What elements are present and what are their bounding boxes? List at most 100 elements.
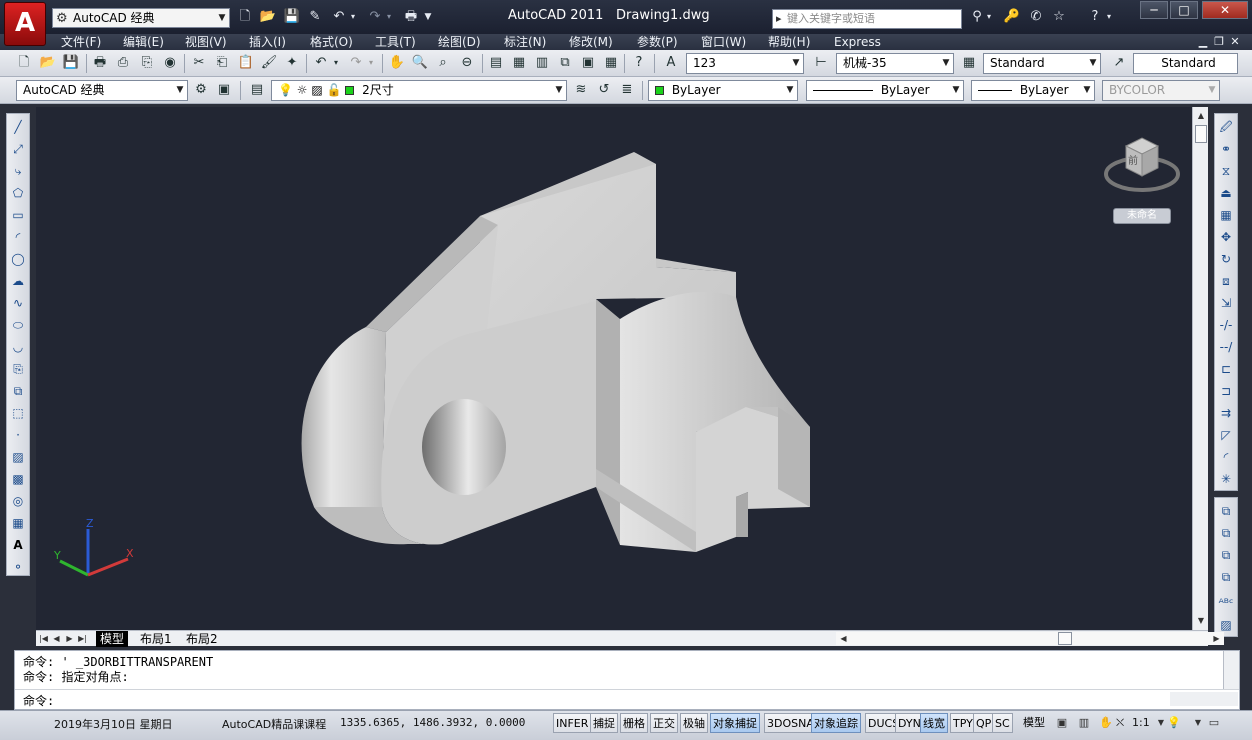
text-to-front-icon[interactable]: ᴬᴮᶜ (1217, 594, 1235, 612)
new-file-icon[interactable]: 🗋 (236, 8, 254, 26)
pan-icon[interactable]: ✋ (1098, 715, 1114, 731)
save-icon[interactable]: 💾 (62, 54, 80, 72)
multileader-style-combo[interactable]: Standard (1133, 53, 1238, 74)
chevron-down-icon[interactable]: ▼ (215, 9, 229, 27)
clean-screen-icon[interactable]: ▭ (1206, 715, 1222, 731)
color-combo[interactable]: ByLayer ▼ (648, 80, 798, 101)
text-style-combo[interactable]: 123 ▼ (686, 53, 804, 74)
calculator-icon[interactable]: ▦ (602, 54, 620, 72)
design-center-icon[interactable]: ▦ (510, 54, 528, 72)
zoom-realtime-icon[interactable]: 🔍 (411, 54, 429, 72)
plot-icon[interactable]: 🖶 (91, 54, 109, 72)
model-space-button[interactable]: 模型 (1021, 713, 1047, 733)
toggle-snap[interactable]: 捕捉 (590, 713, 618, 733)
command-horizontal-scrollbar[interactable] (1170, 692, 1238, 706)
linetype-combo[interactable]: ByLayer ▼ (806, 80, 964, 101)
bring-above-icon[interactable]: ⧉ (1217, 546, 1235, 564)
toggle-infer[interactable]: INFER (553, 713, 592, 733)
hatch-icon[interactable]: ▨ (9, 448, 27, 466)
lineweight-combo[interactable]: ByLayer ▼ (971, 80, 1095, 101)
document-minimize-button[interactable]: ▁ (1196, 35, 1210, 49)
chevron-down-icon[interactable]: ▼ (1080, 81, 1094, 100)
scale-icon[interactable]: ⧈ (1217, 272, 1235, 290)
layer-properties-icon[interactable]: ▤ (248, 81, 266, 99)
help-dropdown-icon[interactable]: ▾ (1104, 8, 1114, 26)
layer-previous-icon[interactable]: ↺ (595, 81, 613, 99)
tool-palettes-icon[interactable]: ▥ (533, 54, 551, 72)
scroll-left-icon[interactable]: ◀ (838, 632, 849, 645)
break-at-point-icon[interactable]: ⊏ (1217, 360, 1235, 378)
sheet-set-icon[interactable]: ⧉ (556, 54, 574, 72)
menu-file[interactable]: 文件(F) (61, 34, 101, 50)
pan-hand-icon[interactable]: ✋ (388, 54, 406, 72)
toggle-ortho[interactable]: 正交 (650, 713, 678, 733)
menu-edit[interactable]: 编辑(E) (123, 34, 164, 50)
block-icon[interactable]: ⬚ (9, 404, 27, 422)
plot-icon[interactable]: 🖶 (402, 8, 420, 26)
save-as-icon[interactable]: ✎ (306, 8, 324, 26)
zoom-window-icon[interactable]: ⌕ (434, 54, 452, 72)
zoom-previous-icon[interactable]: ⊖ (458, 54, 476, 72)
chevron-down-icon[interactable]: ▼ (173, 81, 187, 100)
open-icon[interactable]: 📂 (39, 54, 57, 72)
dim-style-icon[interactable]: ⊢ (812, 54, 830, 72)
layer-state-icon[interactable]: ≣ (618, 81, 636, 99)
3d-dwf-icon[interactable]: ◉ (161, 54, 179, 72)
help-icon[interactable]: ? (1086, 8, 1104, 26)
toggle-osnap[interactable]: 对象捕捉 (710, 713, 760, 733)
layer-combo[interactable]: 💡 ☼ ▨ 🔓 2尺寸 ▼ (271, 80, 567, 101)
redo-icon[interactable]: ↷ (366, 8, 384, 26)
scrollbar-thumb[interactable] (1195, 125, 1207, 143)
menu-format[interactable]: 格式(O) (310, 34, 353, 50)
join-icon[interactable]: ⇉ (1217, 404, 1235, 422)
quick-view-layouts-icon[interactable]: ▣ (1054, 715, 1070, 731)
offset-icon[interactable]: ⏏ (1217, 184, 1235, 202)
menu-express[interactable]: Express (834, 34, 881, 50)
revision-cloud-icon[interactable]: ☁ (9, 272, 27, 290)
workspace-combo[interactable]: AutoCAD 经典 ▼ (16, 80, 188, 101)
trim-icon[interactable]: -/- (1217, 316, 1235, 334)
table-style-combo[interactable]: Standard ▼ (983, 53, 1101, 74)
add-selected-icon[interactable]: ⚬ (9, 558, 27, 576)
ellipse-arc-icon[interactable]: ◡ (9, 338, 27, 356)
minimize-button[interactable]: ─ (1140, 1, 1168, 19)
publish-icon[interactable]: ⎘ (138, 54, 156, 72)
first-tab-icon[interactable]: |◀ (38, 632, 49, 645)
next-tab-icon[interactable]: ▶ (64, 632, 75, 645)
redo-dropdown-icon[interactable]: ▾ (366, 54, 376, 72)
erase-icon[interactable]: 🖉 (1217, 118, 1235, 136)
horizontal-scrollbar[interactable]: ◀ ▶ (836, 632, 1224, 645)
menu-dimension[interactable]: 标注(N) (504, 34, 546, 50)
text-style-icon[interactable]: A (662, 54, 680, 72)
annotation-scale-value[interactable]: 1:1 (1132, 716, 1150, 729)
maximize-button[interactable]: □ (1170, 1, 1198, 19)
toggle-lineweight[interactable]: 线宽 (920, 713, 948, 733)
help-icon[interactable]: ? (630, 54, 648, 72)
gradient-icon[interactable]: ▩ (9, 470, 27, 488)
favorites-star-icon[interactable]: ☆ (1050, 8, 1068, 26)
search-input[interactable]: 键入关键字或短语 (772, 9, 962, 29)
tab-layout2[interactable]: 布局2 (182, 631, 222, 647)
match-properties-icon[interactable]: 🖌 (260, 54, 278, 72)
last-tab-icon[interactable]: ▶| (77, 632, 88, 645)
mirror-icon[interactable]: ⧖ (1217, 162, 1235, 180)
fillet-icon[interactable]: ◜ (1217, 448, 1235, 466)
ellipse-icon[interactable]: ⬭ (9, 316, 27, 334)
redo-icon[interactable]: ↷ (347, 54, 365, 72)
rotate-icon[interactable]: ↻ (1217, 250, 1235, 268)
tab-layout1[interactable]: 布局1 (136, 631, 176, 647)
annotation-visibility-icon[interactable]: 💡 (1166, 715, 1182, 731)
drawing-viewport[interactable]: Z Y X (36, 107, 1192, 630)
vertical-scrollbar[interactable]: ▲ ▼ (1192, 107, 1208, 630)
circle-icon[interactable]: ◯ (9, 250, 27, 268)
document-restore-button[interactable]: ❐ (1212, 35, 1226, 49)
copy-object-icon[interactable]: ⚭ (1217, 140, 1235, 158)
extend-icon[interactable]: --/ (1217, 338, 1235, 356)
workspace-combo[interactable]: ⚙ AutoCAD 经典 ▼ (52, 8, 230, 28)
markup-icon[interactable]: ▣ (579, 54, 597, 72)
workspace-settings-gear-icon[interactable]: ⚙ (192, 81, 210, 99)
menu-modify[interactable]: 修改(M) (569, 34, 613, 50)
toggle-tpy[interactable]: TPY (950, 713, 976, 733)
open-file-icon[interactable]: 📂 (259, 8, 277, 26)
undo-icon[interactable]: ↶ (312, 54, 330, 72)
